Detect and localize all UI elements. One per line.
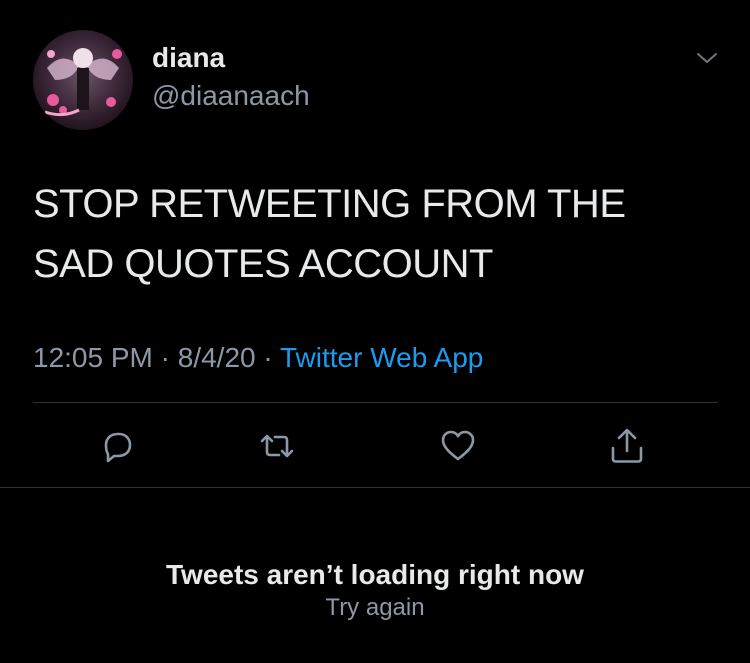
meta-separator: · bbox=[255, 342, 280, 373]
retweet-icon bbox=[257, 426, 297, 471]
tweet-metadata: 12:05 PM · 8/4/20 · Twitter Web App bbox=[33, 340, 483, 376]
author-name[interactable]: diana bbox=[152, 40, 225, 76]
divider bbox=[33, 402, 718, 403]
reply-icon bbox=[98, 426, 138, 471]
chevron-down-icon[interactable] bbox=[694, 48, 720, 68]
reply-button[interactable] bbox=[96, 426, 140, 470]
divider bbox=[0, 487, 750, 488]
feed-error-message: Tweets aren’t loading right now bbox=[166, 559, 584, 590]
retweet-button[interactable] bbox=[255, 426, 299, 470]
tweet-time: 12:05 PM bbox=[33, 342, 153, 373]
tweet-source-link[interactable]: Twitter Web App bbox=[280, 342, 483, 373]
avatar-artwork bbox=[33, 30, 133, 130]
like-button[interactable] bbox=[436, 426, 480, 470]
share-button[interactable] bbox=[605, 426, 649, 470]
share-icon bbox=[607, 426, 647, 471]
like-icon bbox=[438, 426, 478, 471]
tweet-actions-bar bbox=[0, 418, 750, 474]
profile-avatar-image[interactable] bbox=[33, 30, 133, 130]
tweet-date: 8/4/20 bbox=[177, 342, 256, 373]
try-again-button[interactable]: Try again bbox=[0, 593, 750, 623]
tweet-card: diana @diaanaach STOP RETWEETING FROM TH… bbox=[0, 0, 750, 488]
tweet-text: STOP RETWEETING FROM THE SAD QUOTES ACCO… bbox=[33, 182, 626, 286]
author-handle[interactable]: @diaanaach bbox=[152, 78, 310, 114]
meta-separator: · bbox=[152, 342, 178, 373]
